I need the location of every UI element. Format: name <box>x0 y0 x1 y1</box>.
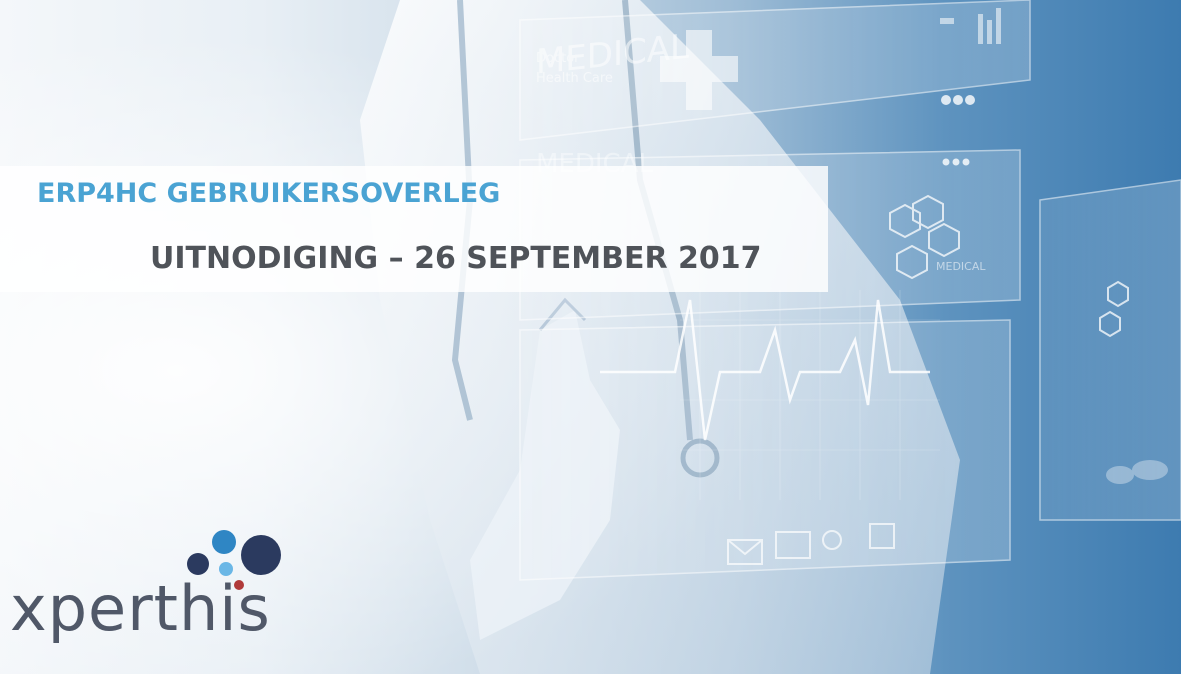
logo-wordmark: xperthis <box>10 572 271 645</box>
invitation-banner: MEDICAL MEDICAL Health Care Doctor MEDIC… <box>0 0 1181 674</box>
event-title: ERP4HC GEBRUIKERSOVERLEG <box>37 178 501 209</box>
svg-text:Health Care: Health Care <box>536 71 613 86</box>
svg-text:Doctor: Doctor <box>536 51 580 66</box>
xperthis-logo: xperthis <box>10 528 300 668</box>
event-subtitle: UITNODIGING – 26 SEPTEMBER 2017 <box>150 241 762 276</box>
svg-text:MEDICAL: MEDICAL <box>936 260 986 273</box>
